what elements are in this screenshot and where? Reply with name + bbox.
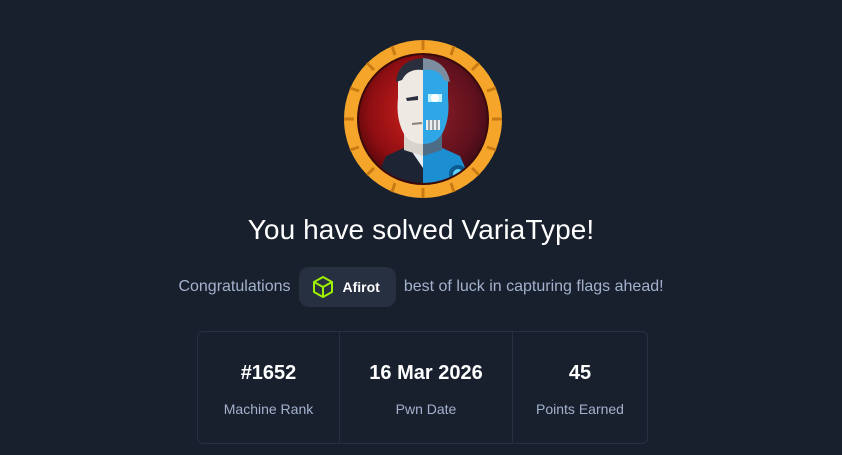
user-profile-chip[interactable]: Afirot <box>298 267 396 307</box>
congrats-prefix: Congratulations <box>178 278 291 295</box>
stat-value: 16 Mar 2026 <box>369 362 483 384</box>
solve-page: You have solved VariaType! Congratulatio… <box>0 0 842 455</box>
stat-label: Machine Rank <box>223 401 314 417</box>
stat-pwn-date: 16 Mar 2026 Pwn Date <box>340 332 513 443</box>
congrats-message: Congratulations Afirot best of luck in c… <box>0 266 842 308</box>
stat-machine-rank: #1652 Machine Rank <box>198 332 340 443</box>
stat-label: Pwn Date <box>395 401 457 417</box>
congrats-suffix: best of luck in capturing flags ahead! <box>403 278 664 295</box>
htb-cube-icon <box>312 276 333 298</box>
machine-avatar-icon <box>344 40 502 198</box>
stat-value: #1652 <box>240 362 297 384</box>
stat-label: Points Earned <box>536 401 624 417</box>
page-title: You have solved VariaType! <box>247 214 595 245</box>
machine-avatar <box>342 38 504 200</box>
username: Afirot <box>342 279 380 295</box>
stat-points-earned: 45 Points Earned <box>513 332 647 443</box>
stat-value: 45 <box>568 362 592 384</box>
solve-stats-panel: #1652 Machine Rank 16 Mar 2026 Pwn Date … <box>197 331 648 444</box>
